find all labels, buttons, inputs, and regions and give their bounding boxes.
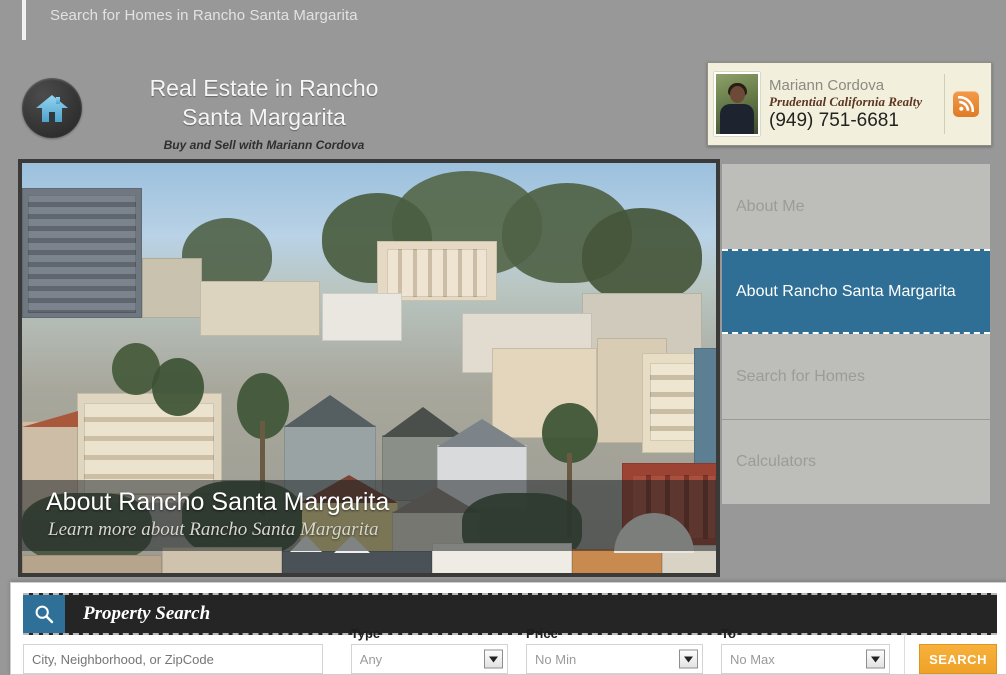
property-search-form: Type Any Price No Min	[23, 626, 998, 674]
price-min-field: Price No Min	[526, 626, 703, 674]
type-value: Any	[359, 651, 383, 667]
price-label: Price	[526, 626, 558, 641]
type-field: Type Any	[350, 626, 509, 674]
chevron-down-icon[interactable]	[866, 649, 886, 669]
search-button[interactable]: SEARCH	[919, 644, 998, 674]
nav-item-about-rancho-santa-margarita[interactable]: About Rancho Santa Margarita	[722, 249, 990, 334]
house-icon	[22, 78, 82, 138]
rss-icon[interactable]	[953, 91, 979, 117]
hero-banner[interactable]: About Rancho Santa Margarita Learn more …	[18, 159, 720, 577]
agent-info: Mariann Cordova Prudential California Re…	[760, 77, 940, 132]
top-utility-bar: Search for Homes in Rancho Santa Margari…	[0, 0, 1006, 46]
brand-text-block: Real Estate in Rancho Santa Margarita Bu…	[94, 72, 434, 153]
nav-item-label: About Rancho Santa Margarita	[736, 282, 956, 300]
agent-name: Mariann Cordova	[769, 76, 885, 94]
brand-title-line1: Real Estate in Rancho	[149, 75, 379, 101]
topbar-title: Search for Homes in Rancho Santa Margari…	[50, 7, 358, 24]
divider	[904, 634, 906, 674]
brand-title-line2: Santa Margarita	[182, 104, 346, 130]
nav-item-label: Calculators	[736, 453, 817, 470]
price-max-value: No Max	[729, 651, 775, 667]
type-select[interactable]: Any	[350, 644, 509, 674]
search-input[interactable]	[23, 644, 323, 674]
hero-title: About Rancho Santa Margarita	[46, 488, 390, 516]
nav-item-search-for-homes[interactable]: Search for Homes	[722, 334, 990, 419]
brand-tagline: Buy and Sell with Mariann Cordova	[163, 138, 365, 152]
type-label: Type	[350, 626, 381, 641]
nav-item-calculators[interactable]: Calculators	[722, 419, 990, 504]
property-search-title: Property Search	[83, 603, 211, 624]
agent-contact-card: Mariann Cordova Prudential California Re…	[707, 62, 992, 146]
nav-item-label: Search for Homes	[736, 367, 865, 385]
agent-company: Prudential California Realty	[769, 93, 923, 109]
price-min-select[interactable]: No Min	[526, 644, 703, 674]
price-min-value: No Min	[535, 651, 577, 667]
chevron-down-icon[interactable]	[484, 649, 504, 669]
hero-caption: About Rancho Santa Margarita Learn more …	[22, 480, 716, 551]
agent-phone[interactable]: (949) 751-6681	[769, 110, 940, 132]
avatar	[714, 72, 760, 136]
divider	[944, 74, 945, 134]
main-navigation: About Me About Rancho Santa Margarita Se…	[722, 164, 990, 504]
site-brand[interactable]: Real Estate in Rancho Santa Margarita Bu…	[22, 72, 442, 152]
nav-item-about-me[interactable]: About Me	[722, 164, 990, 249]
location-label	[23, 626, 323, 641]
price-max-field: To No Max	[720, 626, 891, 674]
location-field	[23, 626, 323, 674]
to-label: To	[720, 626, 736, 641]
topbar-accent-bar	[22, 0, 26, 40]
property-search-panel: Property Search Type Any Price No Min	[10, 582, 1006, 675]
price-max-select[interactable]: No Max	[720, 644, 891, 674]
hero-subtitle: Learn more about Rancho Santa Margarita	[48, 519, 379, 540]
chevron-down-icon[interactable]	[678, 649, 698, 669]
nav-item-label: About Me	[736, 197, 805, 215]
